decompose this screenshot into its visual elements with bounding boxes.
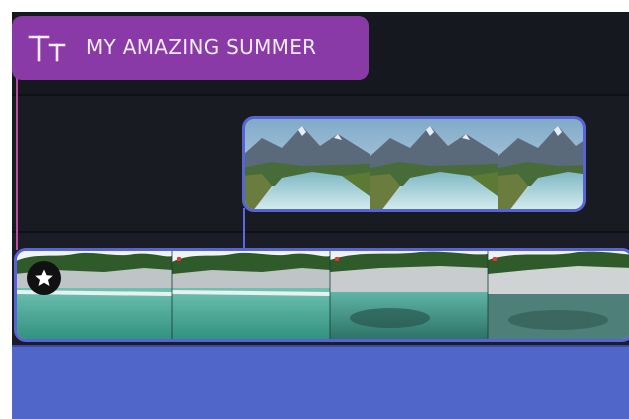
timeline-panel: MY AMAZING SUMMER: [12, 12, 629, 419]
overlay-link-line: [243, 208, 245, 250]
bottom-track[interactable]: [12, 347, 629, 419]
text-title-icon: [28, 35, 66, 62]
title-clip-label: MY AMAZING SUMMER: [86, 35, 317, 59]
app-root: MY AMAZING SUMMER: [0, 0, 629, 419]
marker-dot: [177, 257, 181, 261]
title-link-line: [16, 78, 18, 250]
mountain-river-icon: [245, 119, 583, 209]
overlay-clip[interactable]: [242, 116, 586, 212]
title-clip[interactable]: MY AMAZING SUMMER: [12, 16, 369, 80]
marker-dot: [335, 257, 339, 261]
lake-cliff-icon: [17, 251, 629, 339]
marker-dot: [493, 257, 497, 261]
main-video-clip[interactable]: [14, 248, 629, 342]
star-icon[interactable]: [27, 261, 61, 295]
